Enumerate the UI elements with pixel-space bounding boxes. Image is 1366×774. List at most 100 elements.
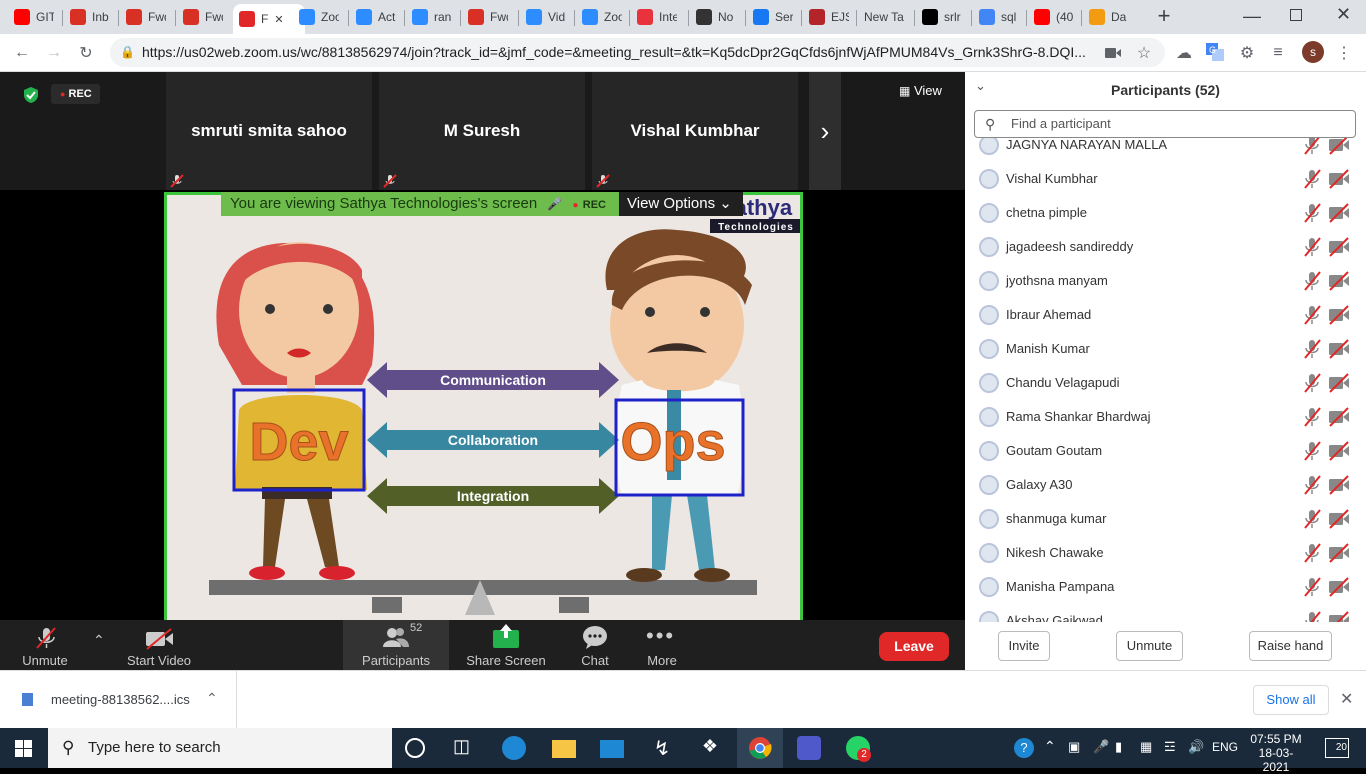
dropbox-icon[interactable]: ❖ [698,736,722,760]
download-options-chevron-icon[interactable]: ⌃ [206,690,218,707]
participants-button[interactable]: 52 Participants [343,620,449,670]
browser-tab[interactable]: ran [412,4,452,30]
raise-hand-button[interactable]: Raise hand [1249,631,1332,661]
participant-row[interactable]: Goutam Goutam [965,435,1366,469]
more-button[interactable]: ••• More [640,620,684,670]
participant-row[interactable]: Akshay Gaikwad [965,605,1366,622]
participant-row[interactable]: Rama Shankar Bhardwaj [965,401,1366,435]
network-icon[interactable]: ▦ [1140,739,1152,755]
tray-meet-icon[interactable]: ▣ [1068,739,1080,755]
tray-overflow-chevron-icon[interactable]: ⌃ [1044,738,1056,755]
cloud-icon[interactable]: ☁ [1174,43,1194,63]
browser-tab[interactable]: Da [1089,4,1129,30]
audio-options-caret-icon[interactable]: ⌃ [93,632,105,649]
browser-tab[interactable]: New Ta [864,4,908,30]
browser-tab[interactable]: Zoo [582,4,622,30]
browser-tab[interactable]: srlr [922,4,962,30]
browser-tab[interactable]: Fwd [468,4,508,30]
participant-row[interactable]: Nikesh Chawake [965,537,1366,571]
download-filename[interactable]: meeting-88138562....ics [51,692,190,707]
battery-icon[interactable]: ▮ [1115,739,1122,755]
chat-button[interactable]: Chat [570,620,620,670]
bookmark-star-icon[interactable]: ☆ [1134,43,1154,63]
video-tile-2[interactable]: Vishal Kumbhar [592,72,798,190]
share-screen-button[interactable]: Share Screen [466,620,546,670]
avatar [979,543,999,563]
participant-row[interactable]: jyothsna manyam [965,265,1366,299]
browser-tab[interactable]: F ✕ [233,4,305,34]
microphone-icon[interactable]: 🎤 [1093,739,1109,755]
notification-center-icon[interactable]: 20 [1325,738,1349,758]
browser-tab[interactable]: Fwd [126,4,166,30]
translate-icon[interactable]: G [1205,42,1225,62]
reload-icon[interactable]: ↻ [76,43,96,63]
minimize-button[interactable]: — [1243,6,1261,27]
address-bar[interactable]: 🔒 https://us02web.zoom.us/wc/88138562974… [110,38,1165,67]
leave-button[interactable]: Leave [879,632,949,661]
participant-row[interactable]: Chandu Velagapudi [965,367,1366,401]
browser-tab[interactable]: Zoo [299,4,339,30]
participant-search-input[interactable]: ⚲ Find a participant [974,110,1356,138]
mail-icon[interactable] [600,740,624,758]
windows-start-icon[interactable] [15,740,32,757]
browser-tab[interactable]: (40 [1034,4,1074,30]
close-window-button[interactable]: ✕ [1336,4,1351,25]
browser-tab[interactable]: sql [979,4,1019,30]
show-all-button[interactable]: Show all [1253,685,1329,715]
restore-button[interactable] [1290,9,1302,21]
cortana-icon[interactable] [405,738,425,758]
extensions-icon[interactable]: ⚙ [1237,43,1257,63]
back-icon[interactable]: ← [12,43,32,63]
browser-tab[interactable]: Inb [70,4,110,30]
participant-row[interactable]: Manisha Pampana [965,571,1366,605]
close-download-bar-icon[interactable]: ✕ [1340,689,1353,709]
view-button[interactable]: ▦ View [899,83,942,98]
view-options-button[interactable]: View Options ⌄ [619,192,743,216]
menu-kebab-icon[interactable]: ⋮ [1334,43,1354,63]
video-tile-1[interactable]: M Suresh [379,72,585,190]
invite-button[interactable]: Invite [998,631,1050,661]
close-tab-icon[interactable]: ✕ [274,13,283,26]
start-video-button[interactable]: Start Video [122,620,196,670]
taskbar-search-box[interactable]: ⚲ Type here to search [48,728,392,768]
browser-tab[interactable]: Vid [526,4,566,30]
browser-tab[interactable]: Act [356,4,396,30]
unmute-all-button[interactable]: Unmute [1116,631,1183,661]
edge-icon[interactable] [502,736,526,760]
wifi-icon[interactable]: ☲ [1164,739,1176,755]
f-icon [753,9,769,25]
browser-tab[interactable]: GIT [14,4,54,30]
teams-icon[interactable] [797,736,821,760]
participant-row[interactable]: shanmuga kumar [965,503,1366,537]
camera-blocked-icon[interactable] [1103,43,1123,63]
participant-row[interactable]: JAGNYA NARAYAN MALLA [965,138,1366,163]
participant-row[interactable]: jagadeesh sandireddy [965,231,1366,265]
participant-row[interactable]: Galaxy A30 [965,469,1366,503]
browser-tab[interactable]: Ser [753,4,793,30]
participant-row[interactable]: Ibraur Ahemad [965,299,1366,333]
lightning-app-icon[interactable]: ↯ [650,736,674,760]
chrome-taskbar-button[interactable] [737,728,783,768]
browser-tab[interactable]: No [696,4,736,30]
unmute-button[interactable]: Unmute [12,620,78,670]
help-icon[interactable]: ? [1014,738,1034,758]
profile-avatar[interactable]: s [1302,41,1324,63]
next-page-chevron-icon[interactable]: › [809,72,841,190]
media-control-icon[interactable]: ≡ [1268,43,1288,63]
participant-row[interactable]: chetna pimple [965,197,1366,231]
browser-tab[interactable]: EJS [809,4,849,30]
avatar [979,138,999,155]
browser-tab[interactable]: Inte [637,4,677,30]
participant-row[interactable]: Vishal Kumbhar [965,163,1366,197]
file-icon [22,693,33,706]
forward-icon[interactable]: → [44,43,64,63]
file-explorer-icon[interactable] [552,740,576,758]
participant-row[interactable]: Manish Kumar [965,333,1366,367]
volume-icon[interactable]: 🔊 [1188,739,1204,755]
task-view-icon[interactable]: ◫ [453,736,477,760]
video-tile-0[interactable]: smruti smita sahoo [166,72,372,190]
language-indicator[interactable]: ENG [1212,740,1238,754]
devops-slide: Communication Collaboration Integration … [167,195,800,622]
new-tab-button[interactable]: + [1152,5,1176,29]
browser-tab[interactable]: Fwd [183,4,223,30]
